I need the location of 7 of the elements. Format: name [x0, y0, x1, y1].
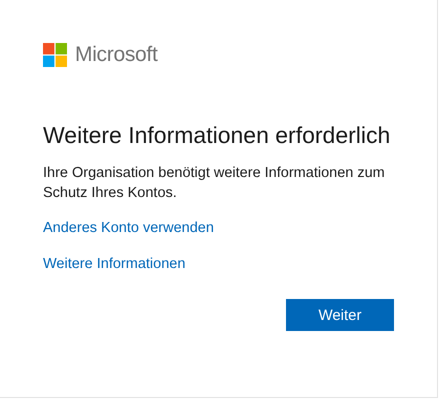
page-title: Weitere Informationen erforderlich: [43, 121, 392, 149]
logo-icon: [43, 43, 67, 67]
text-link[interactable]: Weitere Informationen: [43, 253, 186, 275]
logo-wordmark: Microsoft: [75, 43, 158, 67]
description-text: Ihre Organisation benötigt weitere Informationen zum Schutz Ihres Kontos.: [43, 164, 386, 203]
text-link[interactable]: Anderes Konto verwenden: [43, 217, 214, 239]
next-button[interactable]: Weiter: [286, 299, 394, 331]
